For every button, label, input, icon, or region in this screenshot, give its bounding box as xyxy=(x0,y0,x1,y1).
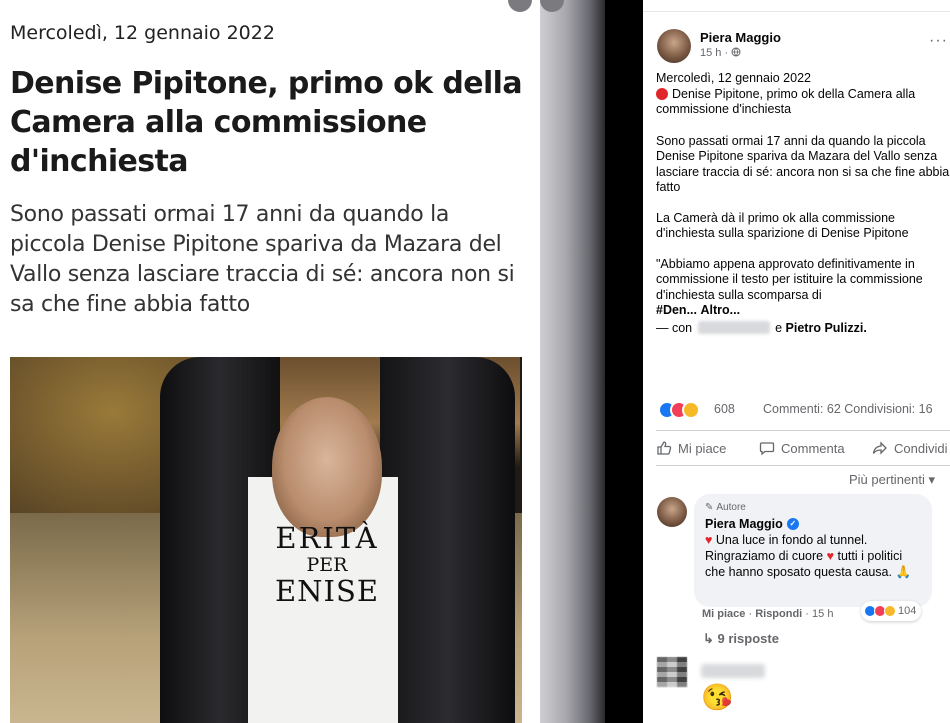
share-arrow-icon xyxy=(872,441,887,455)
comment-reply-link[interactable]: Rispondi xyxy=(755,608,802,620)
more-options-icon[interactable]: ··· xyxy=(929,32,948,50)
pencil-icon: ✎ xyxy=(705,502,714,513)
comment-text-1: Una luce in fondo al tunnel. xyxy=(715,533,868,547)
post-meta: 15 h · xyxy=(700,47,741,59)
see-more-link[interactable]: Altro... xyxy=(700,303,740,317)
avatar[interactable] xyxy=(657,29,691,63)
post-paragraph: Sono passati ormai 17 anni da quando la … xyxy=(656,133,950,195)
share-button[interactable]: Condividi xyxy=(872,440,947,456)
comment-sort-dropdown[interactable]: Più pertinenti ▾ xyxy=(849,472,935,488)
comment-author-name: Piera Maggio xyxy=(705,517,783,531)
comment-label: Commenta xyxy=(781,440,845,456)
facebook-post-panel: Piera Maggio 15 h · ··· Mercoledì, 12 ge… xyxy=(643,0,950,723)
reaction-count[interactable]: 608 xyxy=(714,402,735,416)
photo-child-portrait xyxy=(272,397,382,537)
tshirt-slogan: ERITÀ PER ENISE xyxy=(253,524,401,606)
tshirt-line-3: ENISE xyxy=(274,574,380,608)
comment-author[interactable]: Piera Maggio ✓ xyxy=(705,516,921,532)
comment-avatar[interactable] xyxy=(657,497,687,527)
tshirt-line-2: PER xyxy=(306,554,348,576)
comment-time[interactable]: 15 h xyxy=(812,608,833,620)
article-screenshot: Mercoledì, 12 gennaio 2022 Denise Pipito… xyxy=(0,0,540,723)
sort-label: Più pertinenti xyxy=(849,472,925,487)
post-author[interactable]: Piera Maggio xyxy=(700,30,781,45)
care-reaction-icon xyxy=(884,605,896,617)
comment-text: ♥ Una luce in fondo al tunnel. Ringrazia… xyxy=(705,532,921,580)
verified-check-icon: ✓ xyxy=(786,518,799,530)
care-reaction-icon xyxy=(682,401,700,419)
broken-heart-icon: ♥ xyxy=(705,533,713,547)
toolbar-strip xyxy=(643,0,950,12)
share-label: Condividi xyxy=(894,440,948,456)
window-control-dot[interactable] xyxy=(508,0,532,12)
tagged-person-link[interactable]: Pietro Pulizzi. xyxy=(786,321,867,335)
chevron-down-icon: ▾ xyxy=(928,472,936,487)
kiss-emoji-icon: 😘 xyxy=(701,682,734,712)
post-body: Mercoledì, 12 gennaio 2022 Denise Pipito… xyxy=(656,71,950,351)
hashtag-link[interactable]: #Den... xyxy=(656,303,697,317)
with-and: e xyxy=(775,320,783,335)
reaction-icons[interactable] xyxy=(658,401,708,419)
globe-icon xyxy=(731,47,741,57)
post-paragraph: La Camerà dà il primo ok alla commission… xyxy=(656,210,909,241)
post-headline: Denise Pipitone, primo ok della Camera a… xyxy=(656,86,916,117)
redacted-name xyxy=(697,320,770,334)
comment-reactions[interactable]: 104 xyxy=(861,601,922,621)
with-prefix: — con xyxy=(656,320,693,335)
comment-bubble-icon xyxy=(759,442,775,456)
article-title: Denise Pipitone, primo ok della Camera a… xyxy=(10,66,523,179)
author-badge-label: Autore xyxy=(716,502,746,513)
article-subtitle: Sono passati ormai 17 anni da quando la … xyxy=(10,202,515,317)
reply-arrow-icon: ↳ xyxy=(703,631,714,646)
heart-icon: ♥ xyxy=(826,549,835,563)
tshirt-line-1: ERITÀ xyxy=(275,521,379,555)
comment-reaction-count: 104 xyxy=(898,605,917,617)
comment-like-link[interactable]: Mi piace xyxy=(702,608,745,620)
praying-hands-icon: 🙏 xyxy=(895,565,912,579)
like-button[interactable]: Mi piace xyxy=(656,440,726,456)
post-time[interactable]: 15 h · xyxy=(700,47,728,59)
comment-text-2: Ringraziamo di cuore xyxy=(705,549,824,563)
like-label: Mi piace xyxy=(678,440,727,456)
comment-footer: Mi piace · Rispondi · 15 h xyxy=(702,608,834,620)
blurred-background-strip xyxy=(540,0,605,723)
post-date-line: Mercoledì, 12 gennaio 2022 xyxy=(656,71,811,85)
post-actions: Mi piace Commenta Condividi xyxy=(656,430,950,466)
window-control-dot[interactable] xyxy=(540,0,564,12)
redacted-commenter-name[interactable] xyxy=(701,664,765,678)
comment-button[interactable]: Commenta xyxy=(759,440,845,456)
comments-shares-stats[interactable]: Commenti: 62 Condivisioni: 16 xyxy=(763,402,933,416)
reactions-summary: 608 Commenti: 62 Condivisioni: 16 xyxy=(656,400,950,420)
red-circle-icon xyxy=(656,87,668,100)
article-photo: ERITÀ PER ENISE xyxy=(10,357,522,723)
article-date: Mercoledì, 12 gennaio 2022 xyxy=(10,22,275,44)
window-controls xyxy=(508,0,564,12)
post-paragraph: "Abbiamo appena approvato definitivament… xyxy=(656,256,923,302)
author-badge: ✎ Autore xyxy=(705,500,921,516)
pixelated-avatar-overlay xyxy=(657,657,687,687)
comment-bubble: ✎ Autore Piera Maggio ✓ ♥ Una luce in fo… xyxy=(694,494,932,607)
replies-label: 9 risposte xyxy=(717,631,779,646)
thumbs-up-icon xyxy=(657,441,672,455)
view-replies-link[interactable]: ↳ 9 risposte xyxy=(703,631,779,647)
